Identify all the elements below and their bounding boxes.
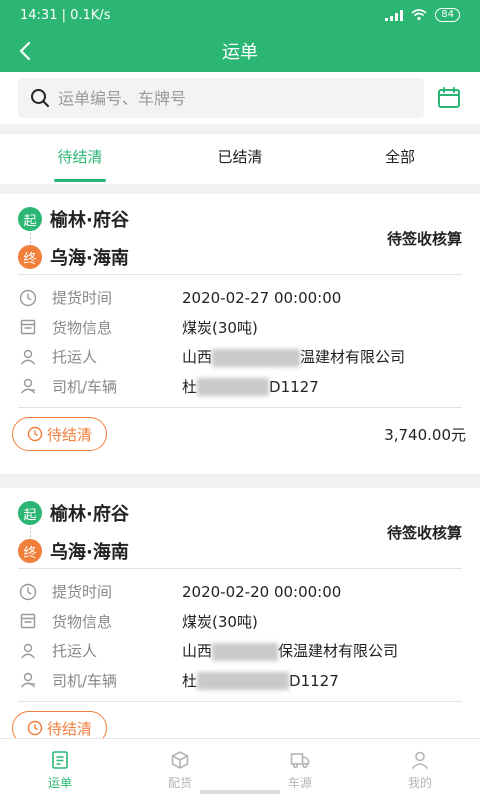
order-info: 提货时间 2020-02-20 00:00:00 货物信息 煤炭(30吨) 托运… (0, 569, 480, 701)
card-footer: 待结清 3,740.00元 (0, 408, 480, 460)
nav-item-profile[interactable]: 我的 (360, 739, 480, 800)
tab-all[interactable]: 全部 (320, 134, 480, 184)
destination-text: 乌海·海南 (50, 248, 129, 269)
search-icon (31, 89, 49, 107)
order-card[interactable]: 起 榆林·府谷 终 乌海·海南 待签收核算 提货时间 2020-02-27 00… (0, 194, 480, 474)
info-row-shipper: 托运人 山西 保温建材有限公司 (18, 636, 462, 666)
home-indicator (200, 790, 280, 794)
info-row-driver-vehicle: 司机/车辆 杜 D1127 (18, 666, 462, 696)
person-icon (20, 349, 36, 365)
unsettled-pill[interactable]: 待结清 (12, 711, 108, 738)
destination-text: 乌海·海南 (50, 542, 129, 563)
info-row-pickup-time: 提货时间 2020-02-27 00:00:00 (18, 283, 462, 313)
status-tabs: 待结清 已结清 全部 (0, 134, 480, 184)
order-card[interactable]: 起 榆林·府谷 终 乌海·海南 待签收核算 提货时间 2020-02-20 00… (0, 488, 480, 738)
redacted-blur (197, 672, 290, 691)
status-icons: 84 (385, 8, 460, 22)
info-row-cargo: 货物信息 煤炭(30吨) (18, 607, 462, 637)
start-badge: 起 (18, 207, 42, 231)
info-row-shipper: 托运人 山西 温建材有限公司 (18, 342, 462, 372)
waybill-icon (52, 750, 68, 769)
end-badge: 终 (18, 245, 42, 269)
document-icon (20, 320, 36, 335)
search-row (0, 72, 480, 124)
info-row-driver-vehicle: 司机/车辆 杜 D1127 (18, 372, 462, 402)
tab-unsettled[interactable]: 待结清 (0, 134, 160, 184)
origin-text: 榆林·府谷 (50, 504, 129, 525)
back-arrow-icon[interactable] (12, 37, 40, 65)
nav-bar: 运单 (0, 30, 480, 72)
route: 起 榆林·府谷 终 乌海·海南 待签收核算 (0, 488, 480, 568)
info-row-cargo: 货物信息 煤炭(30吨) (18, 313, 462, 343)
route-connector (30, 526, 31, 538)
search-box[interactable] (18, 78, 424, 118)
redacted-blur (212, 642, 279, 661)
clock-icon (27, 426, 43, 442)
document-icon (20, 614, 36, 629)
order-info: 提货时间 2020-02-27 00:00:00 货物信息 煤炭(30吨) 托运… (0, 275, 480, 407)
unsettled-pill[interactable]: 待结清 (12, 417, 108, 451)
status-bar: 14:31 | 0.1K/s 84 (0, 0, 480, 30)
wifi-icon (411, 9, 427, 21)
route-connector (30, 232, 31, 244)
redacted-blur (212, 348, 301, 367)
start-badge: 起 (18, 501, 42, 525)
status-time: 14:31 | 0.1K/s (20, 7, 111, 23)
clock-icon (27, 720, 43, 736)
end-badge: 终 (18, 539, 42, 563)
driver-icon (20, 673, 36, 688)
order-status: 待签收核算 (386, 230, 462, 248)
route: 起 榆林·府谷 终 乌海·海南 待签收核算 (0, 194, 480, 274)
truck-icon (290, 752, 310, 768)
battery-icon: 84 (435, 8, 460, 22)
origin-text: 榆林·府谷 (50, 210, 129, 231)
driver-icon (20, 379, 36, 394)
clock-icon (19, 583, 37, 600)
card-footer: 待结清 (0, 702, 480, 738)
order-amount: 3,740.00元 (384, 425, 466, 444)
calendar-icon[interactable] (436, 85, 462, 111)
page-title: 运单 (222, 42, 258, 63)
user-icon (411, 751, 429, 769)
redacted-blur (197, 378, 270, 397)
clock-icon (19, 289, 37, 306)
nav-item-waybill[interactable]: 运单 (0, 739, 120, 800)
tab-settled[interactable]: 已结清 (160, 134, 320, 184)
order-status: 待签收核算 (386, 524, 462, 542)
signal-icon (385, 9, 404, 21)
package-icon (171, 750, 189, 769)
info-row-pickup-time: 提货时间 2020-02-20 00:00:00 (18, 577, 462, 607)
search-input[interactable] (58, 88, 378, 108)
person-icon (20, 643, 36, 659)
